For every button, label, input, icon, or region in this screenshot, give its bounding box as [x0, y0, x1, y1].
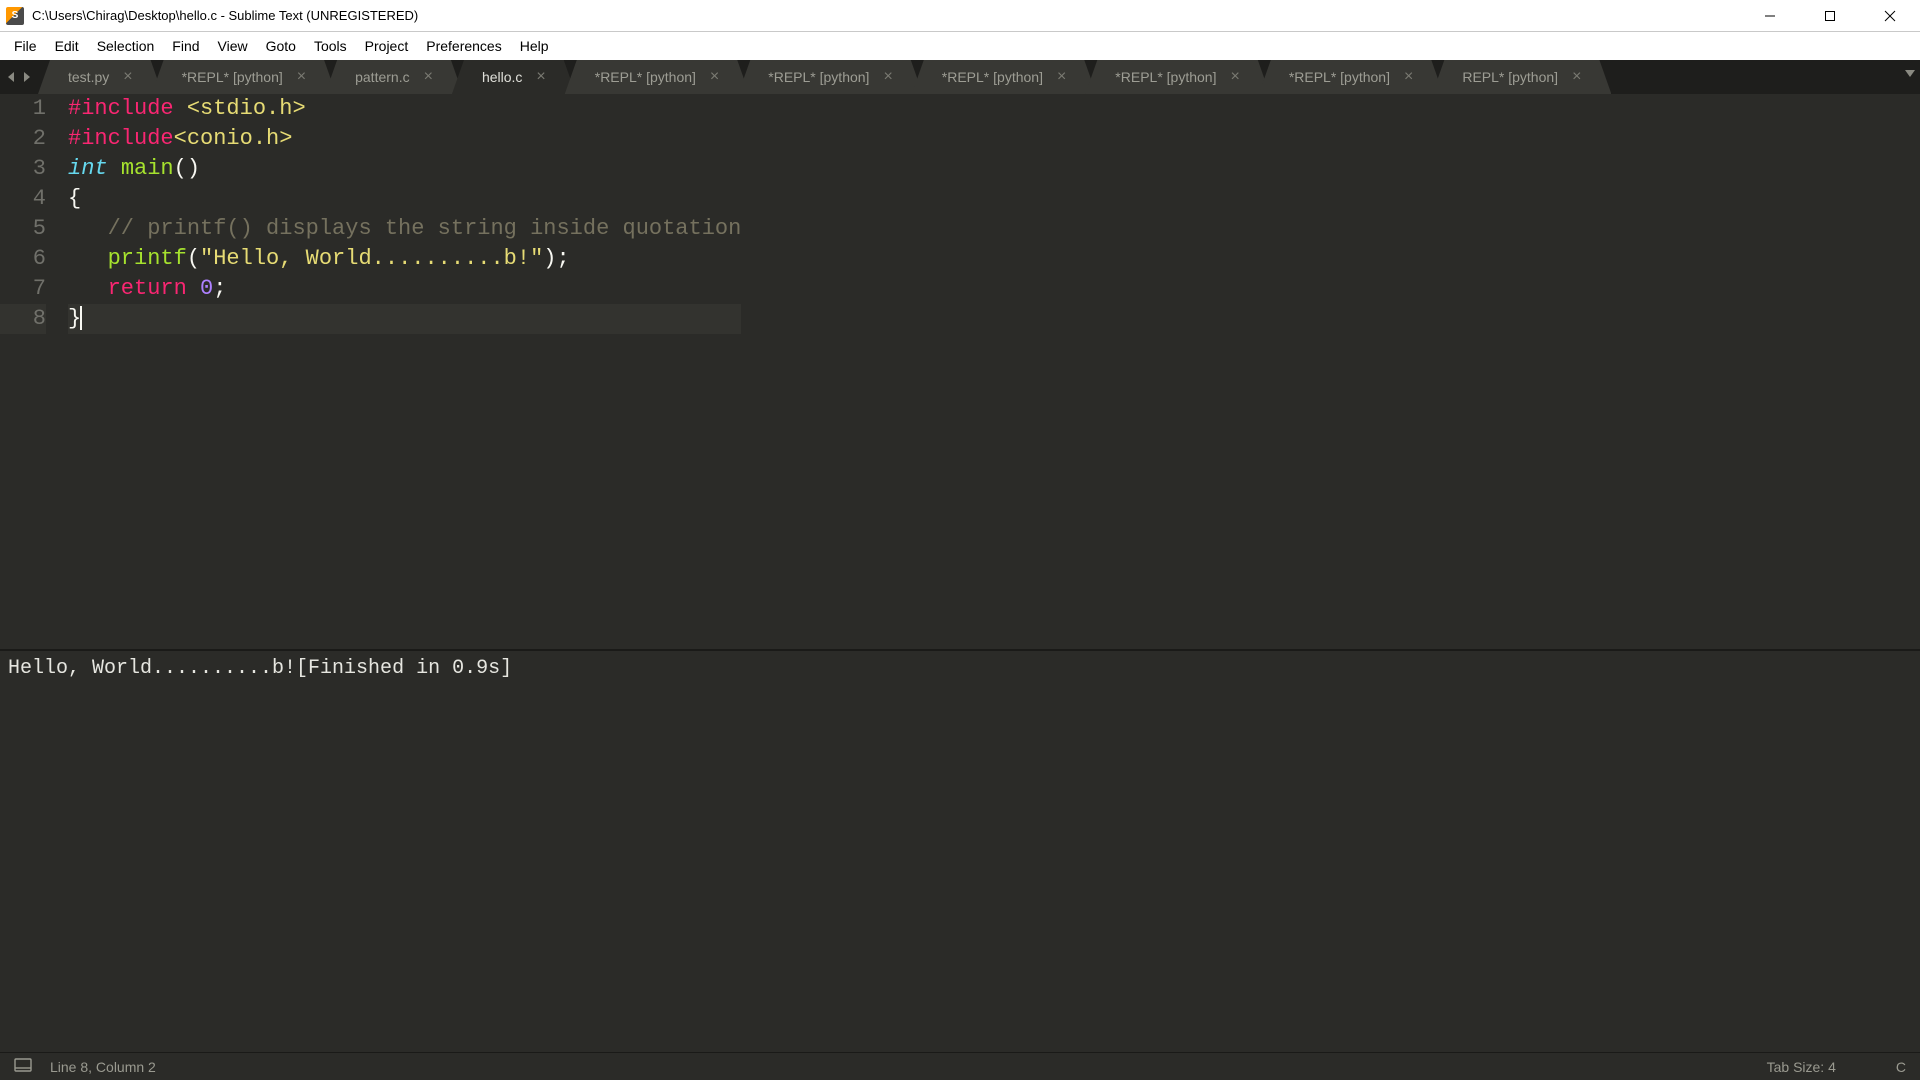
status-tab-size[interactable]: Tab Size: 4 — [1767, 1059, 1836, 1075]
gutter: 12345678 — [0, 94, 60, 334]
tab-label: *REPL* [python] — [595, 69, 696, 85]
close-icon[interactable]: × — [123, 69, 132, 85]
line-number: 5 — [0, 214, 46, 244]
code-line[interactable]: #include<conio.h> — [68, 124, 741, 154]
build-output[interactable]: Hello, World..........b![Finished in 0.9… — [0, 649, 1920, 1052]
status-syntax[interactable]: C — [1896, 1059, 1906, 1075]
close-icon[interactable]: × — [710, 69, 719, 85]
text-cursor — [80, 306, 82, 330]
menu-selection[interactable]: Selection — [89, 35, 163, 57]
tab-label: *REPL* [python] — [768, 69, 869, 85]
tab-4[interactable]: *REPL* [python] × — [565, 60, 750, 94]
tab-1[interactable]: *REPL* [python] × — [152, 60, 337, 94]
menu-edit[interactable]: Edit — [47, 35, 87, 57]
code-line[interactable]: #include <stdio.h> — [68, 94, 741, 124]
tab-7[interactable]: *REPL* [python] × — [1085, 60, 1270, 94]
code-line[interactable]: int main() — [68, 154, 741, 184]
line-number: 6 — [0, 244, 46, 274]
tab-label: test.py — [68, 69, 109, 85]
menu-view[interactable]: View — [210, 35, 256, 57]
code-line[interactable]: { — [68, 184, 741, 214]
tab-label: *REPL* [python] — [942, 69, 1043, 85]
tab-label: hello.c — [482, 69, 522, 85]
tab-5[interactable]: *REPL* [python] × — [738, 60, 923, 94]
output-text: Hello, World..........b![Finished in 0.9… — [8, 657, 512, 680]
line-number: 4 — [0, 184, 46, 214]
menu-project[interactable]: Project — [357, 35, 417, 57]
window-title: C:\Users\Chirag\Desktop\hello.c - Sublim… — [32, 8, 418, 23]
menu-find[interactable]: Find — [164, 35, 207, 57]
code-area[interactable]: #include <stdio.h>#include<conio.h>int m… — [60, 94, 741, 334]
window-controls — [1740, 0, 1920, 32]
tab-label: *REPL* [python] — [182, 69, 283, 85]
tab-bar: test.py×*REPL* [python]×pattern.c×hello.… — [0, 60, 1920, 94]
close-icon[interactable]: × — [1057, 69, 1066, 85]
close-icon[interactable]: × — [536, 69, 545, 85]
tab-dropdown-icon[interactable] — [1904, 66, 1916, 84]
tab-label: *REPL* [python] — [1289, 69, 1390, 85]
menu-file[interactable]: File — [6, 35, 45, 57]
tab-6[interactable]: *REPL* [python] × — [912, 60, 1097, 94]
maximize-button[interactable] — [1800, 0, 1860, 32]
close-icon[interactable]: × — [883, 69, 892, 85]
tab-8[interactable]: *REPL* [python] × — [1259, 60, 1444, 94]
code-line[interactable]: printf("Hello, World..........b!"); — [68, 244, 741, 274]
tab-3[interactable]: hello.c × — [452, 60, 576, 94]
code-line[interactable]: return 0; — [68, 274, 741, 304]
editor[interactable]: 12345678 #include <stdio.h>#include<coni… — [0, 94, 1920, 334]
close-icon[interactable]: × — [1572, 69, 1581, 85]
titlebar: S C:\Users\Chirag\Desktop\hello.c - Subl… — [0, 0, 1920, 32]
minimize-button[interactable] — [1740, 0, 1800, 32]
line-number: 2 — [0, 124, 46, 154]
code-line[interactable]: // printf() displays the string inside q… — [68, 214, 741, 244]
panel-switcher-icon[interactable] — [14, 1058, 32, 1075]
code-line[interactable]: } — [68, 304, 741, 334]
status-bar: Line 8, Column 2 Tab Size: 4 C — [0, 1052, 1920, 1080]
menu-help[interactable]: Help — [512, 35, 557, 57]
close-button[interactable] — [1860, 0, 1920, 32]
tab-9[interactable]: REPL* [python] × — [1432, 60, 1611, 94]
close-icon[interactable]: × — [1404, 69, 1413, 85]
menubar: FileEditSelectionFindViewGotoToolsProjec… — [0, 32, 1920, 60]
menu-preferences[interactable]: Preferences — [418, 35, 509, 57]
line-number: 8 — [0, 304, 46, 334]
tab-label: REPL* [python] — [1462, 69, 1558, 85]
tab-0[interactable]: test.py × — [38, 60, 163, 94]
menu-goto[interactable]: Goto — [258, 35, 304, 57]
close-icon[interactable]: × — [424, 69, 433, 85]
tab-label: *REPL* [python] — [1115, 69, 1216, 85]
line-number: 1 — [0, 94, 46, 124]
close-icon[interactable]: × — [1230, 69, 1239, 85]
titlebar-left: S C:\Users\Chirag\Desktop\hello.c - Subl… — [6, 7, 418, 25]
editor-wrap: 12345678 #include <stdio.h>#include<coni… — [0, 94, 1920, 1052]
tab-label: pattern.c — [355, 69, 409, 85]
status-position[interactable]: Line 8, Column 2 — [50, 1059, 156, 1075]
close-icon[interactable]: × — [297, 69, 306, 85]
line-number: 7 — [0, 274, 46, 304]
app-icon: S — [6, 7, 24, 25]
line-number: 3 — [0, 154, 46, 184]
menu-tools[interactable]: Tools — [306, 35, 355, 57]
tab-nav-right-icon[interactable] — [16, 60, 38, 94]
editor-empty[interactable] — [0, 334, 1920, 649]
tab-2[interactable]: pattern.c × — [325, 60, 463, 94]
